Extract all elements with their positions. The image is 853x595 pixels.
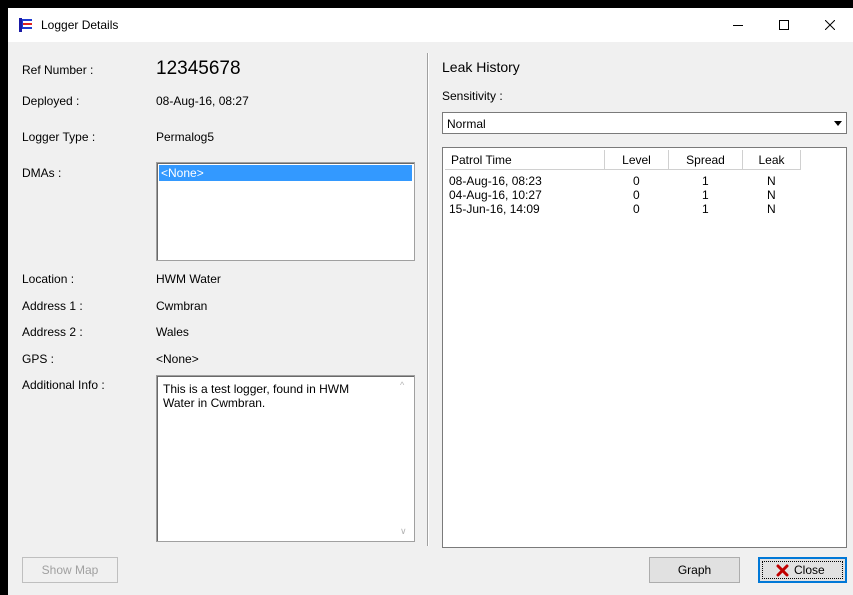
cell-level: 0 (633, 174, 640, 188)
additional-info-textarea[interactable]: This is a test logger, found in HWM Wate… (156, 375, 415, 542)
location-value: HWM Water (156, 272, 221, 286)
sensitivity-select[interactable]: Normal (442, 112, 847, 134)
sensitivity-label: Sensitivity : (442, 89, 503, 103)
column-header-spread[interactable]: Spread (669, 150, 743, 170)
gps-label: GPS : (22, 352, 55, 366)
ref-number-value: 12345678 (156, 58, 241, 79)
logger-type-label: Logger Type : (22, 130, 96, 144)
cell-spread: 1 (702, 188, 709, 202)
ref-number-label: Ref Number : (22, 63, 94, 77)
minimize-icon (733, 25, 743, 26)
window-title: Logger Details (41, 18, 119, 32)
deployed-value: 08-Aug-16, 08:27 (156, 94, 249, 108)
app-flag-icon (19, 18, 33, 32)
cell-level: 0 (633, 188, 640, 202)
minimize-button[interactable] (715, 8, 761, 42)
cell-leak: N (767, 202, 776, 216)
cell-patrol-time: 15-Jun-16, 14:09 (449, 202, 540, 216)
sensitivity-value: Normal (447, 117, 486, 131)
cell-level: 0 (633, 202, 640, 216)
deployed-label: Deployed : (22, 94, 80, 108)
scroll-down-icon[interactable]: ∨ (400, 526, 407, 537)
address2-label: Address 2 : (22, 325, 83, 339)
leak-history-heading: Leak History (442, 59, 520, 75)
close-button[interactable]: Close (758, 557, 847, 583)
panel-divider (427, 53, 429, 546)
additional-info-label: Additional Info : (22, 378, 105, 392)
info-scrollbar[interactable]: ^ ∨ (396, 378, 412, 539)
address1-value: Cwmbran (156, 299, 208, 313)
column-header-level[interactable]: Level (605, 150, 669, 170)
logger-details-window: Logger Details Ref Number : 12345678 Dep… (8, 8, 853, 595)
cell-leak: N (767, 174, 776, 188)
address1-label: Address 1 : (22, 299, 83, 313)
dmas-listbox[interactable]: <None> (156, 162, 415, 261)
logger-type-value: Permalog5 (156, 130, 215, 144)
title-bar[interactable]: Logger Details (8, 8, 853, 42)
leak-history-table[interactable]: Patrol Time Level Spread Leak 08-Aug-16,… (442, 147, 847, 548)
cell-spread: 1 (702, 202, 709, 216)
cell-patrol-time: 08-Aug-16, 08:23 (449, 174, 542, 188)
close-icon (825, 20, 835, 30)
address2-value: Wales (156, 325, 189, 339)
chevron-down-icon[interactable] (832, 116, 844, 130)
show-map-button[interactable]: Show Map (22, 557, 118, 583)
location-label: Location : (22, 272, 75, 286)
close-window-button[interactable] (807, 8, 853, 42)
column-header-leak[interactable]: Leak (743, 150, 801, 170)
maximize-button[interactable] (761, 8, 807, 42)
column-header-patrol-time[interactable]: Patrol Time (445, 150, 605, 170)
cell-leak: N (767, 188, 776, 202)
scroll-up-icon[interactable]: ^ (400, 380, 404, 390)
graph-button[interactable]: Graph (649, 557, 740, 583)
gps-value: <None> (156, 352, 199, 366)
close-button-label: Close (794, 563, 825, 577)
additional-info-text: This is a test logger, found in HWM Wate… (163, 382, 350, 410)
cell-patrol-time: 04-Aug-16, 10:27 (449, 188, 542, 202)
dmas-label: DMAs : (22, 166, 62, 180)
red-x-icon (776, 564, 789, 577)
cell-spread: 1 (702, 174, 709, 188)
dmas-list-item[interactable]: <None> (159, 165, 412, 181)
maximize-icon (779, 20, 789, 30)
